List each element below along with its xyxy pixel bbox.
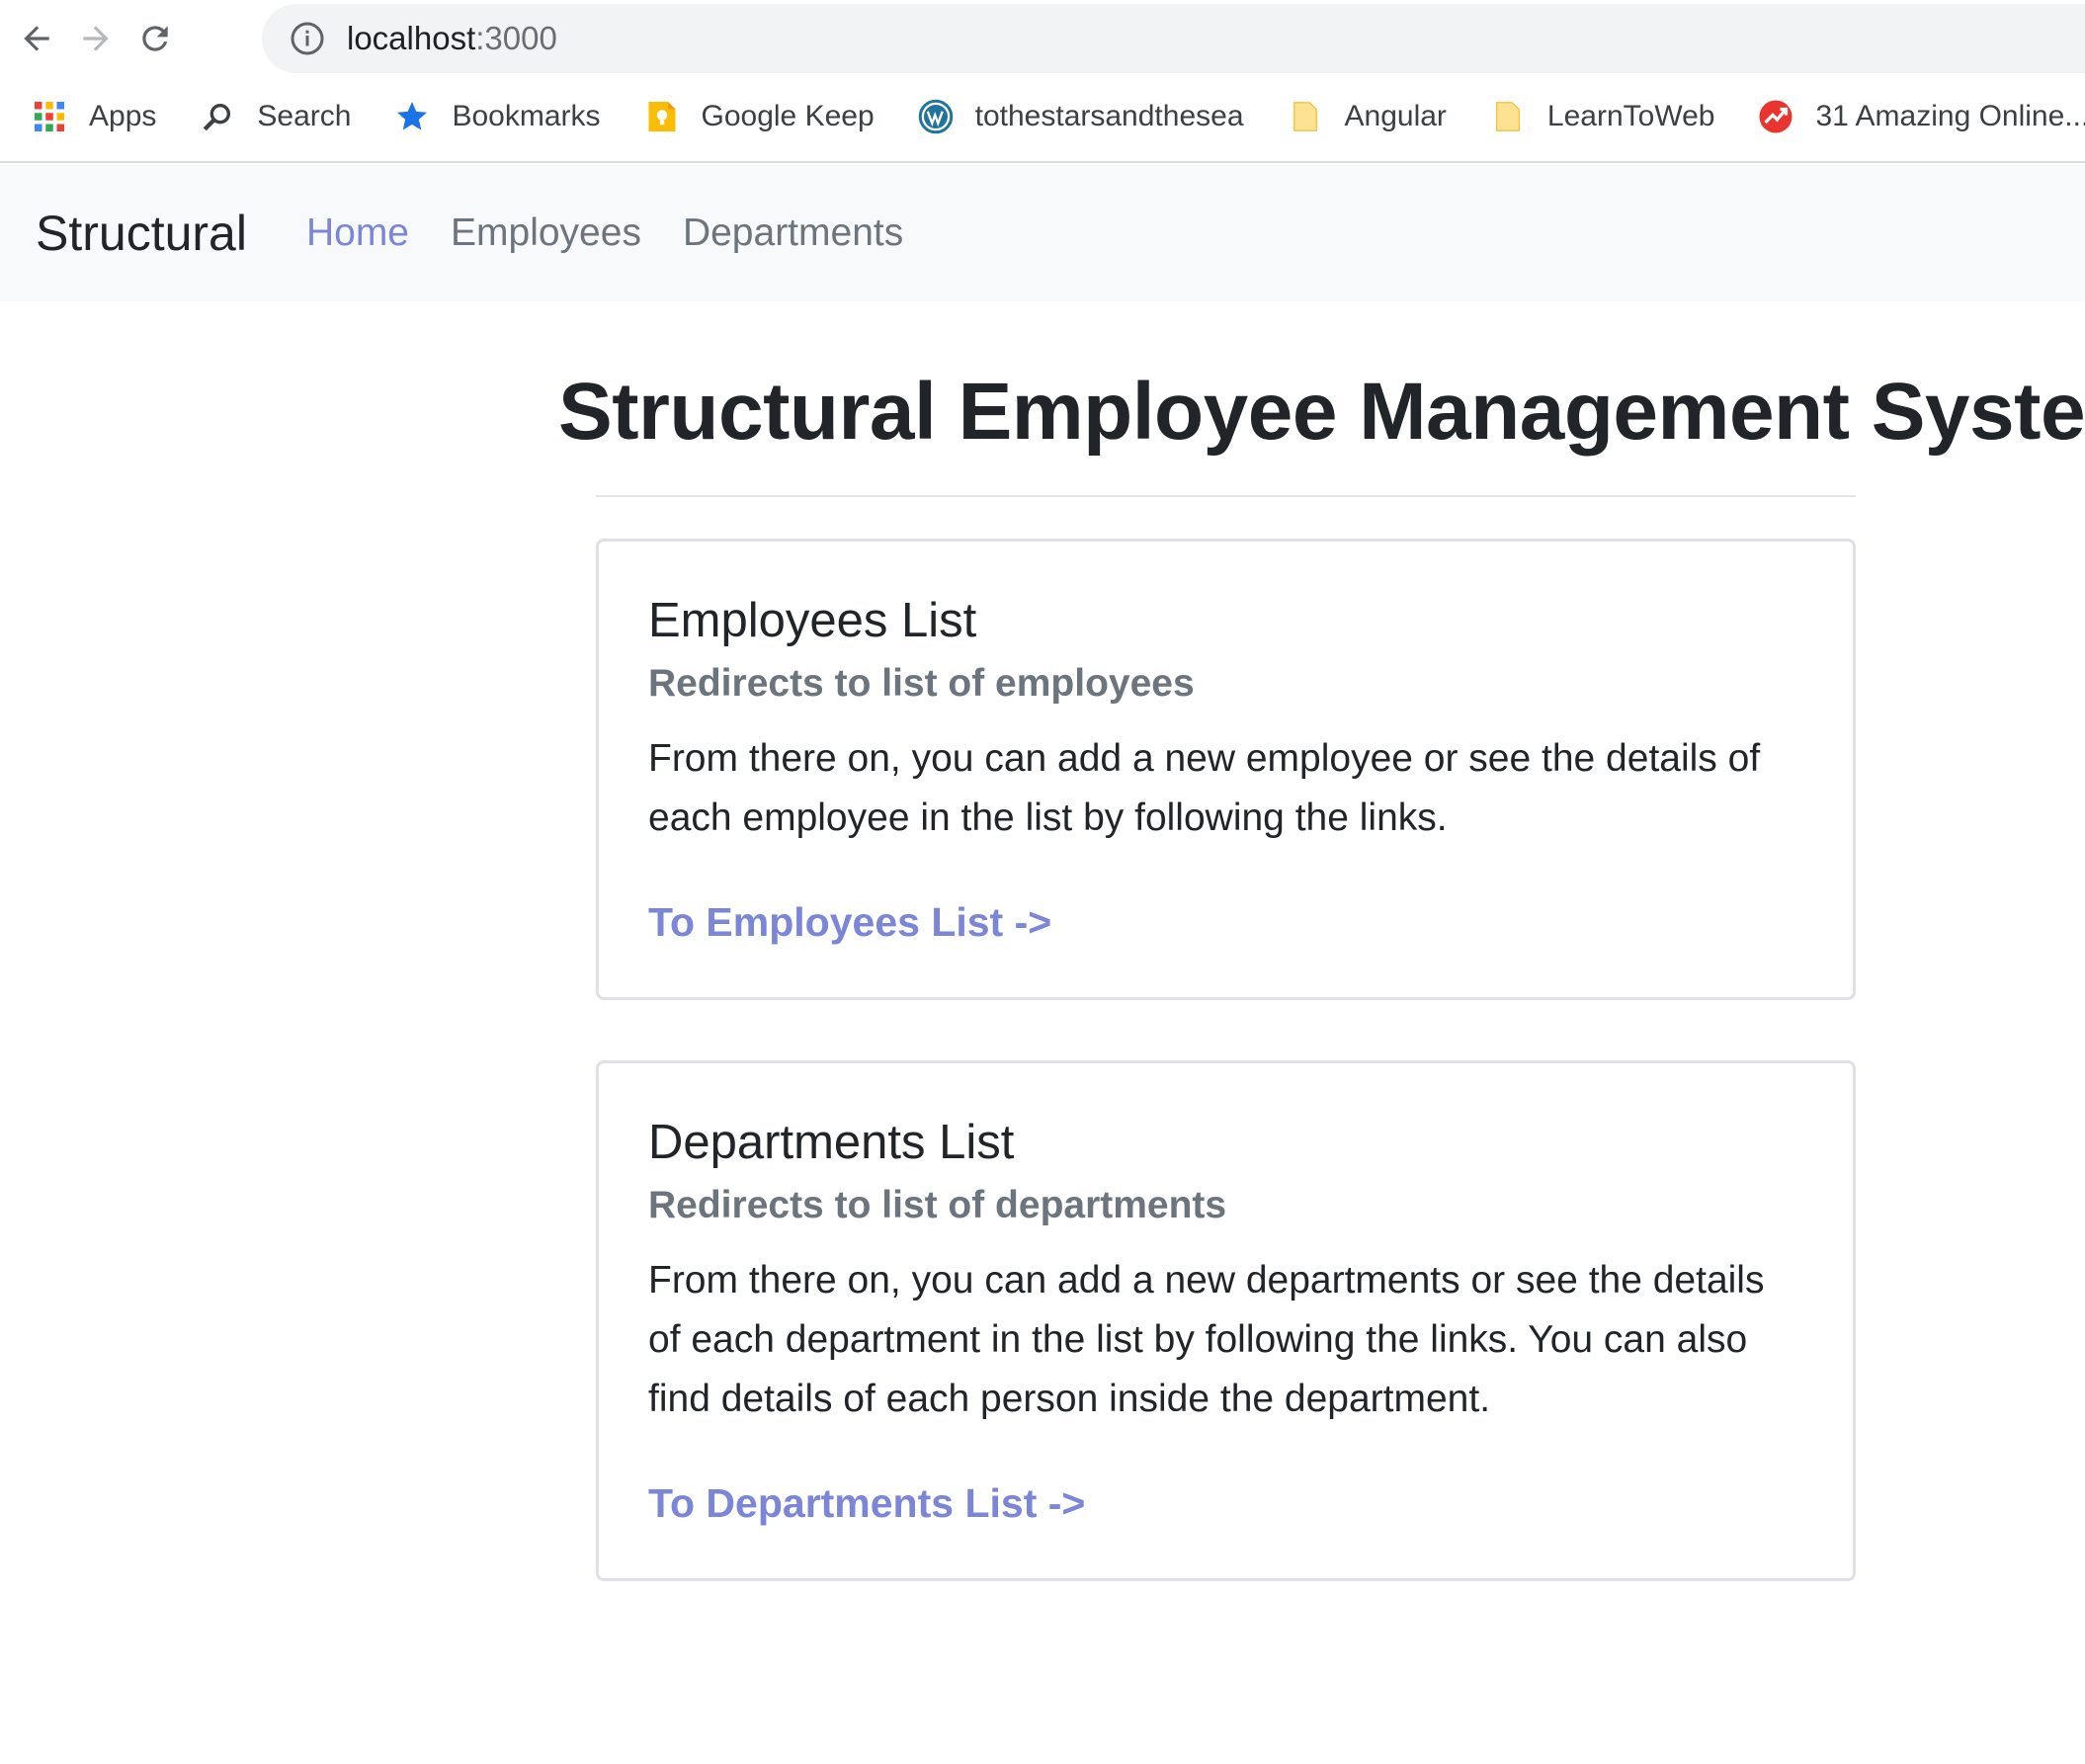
bookmark-search[interactable]: Search [200, 99, 351, 134]
nav-link-home[interactable]: Home [306, 211, 409, 255]
nav-link-employees[interactable]: Employees [451, 211, 641, 255]
departments-card: Departments List Redirects to list of de… [596, 1060, 1856, 1581]
to-employees-list-link[interactable]: To Employees List -> [648, 899, 1051, 946]
card-subtitle: Redirects to list of departments [648, 1184, 1227, 1226]
navbar-brand[interactable]: Structural [36, 205, 247, 262]
info-icon[interactable] [290, 21, 325, 56]
forward-button[interactable] [69, 12, 123, 65]
app-navbar: Structural Home Employees Departments [0, 165, 2085, 301]
folder-icon [1490, 99, 1526, 134]
to-departments-list-link[interactable]: To Departments List -> [648, 1480, 1085, 1527]
url-host: localhost [347, 20, 476, 56]
trending-icon [1758, 99, 1793, 134]
bookmark-angular[interactable]: Angular [1288, 99, 1447, 134]
folder-icon [1288, 99, 1323, 134]
card-text-line: each employee in the list by following t… [648, 797, 1448, 839]
card-text-line: From there on, you can add a new employe… [648, 737, 1761, 780]
bookmark-label: 31 Amazing Online... [1815, 100, 2085, 132]
forward-arrow-icon [83, 26, 109, 51]
card-text: From there on, you can add a new departm… [648, 1251, 1804, 1429]
bookmark-label: tothestarsandthesea [974, 100, 1244, 132]
url-port: :3000 [475, 20, 557, 56]
reload-button[interactable] [128, 12, 182, 65]
bookmark-31-amazing-online[interactable]: 31 Amazing Online... [1758, 99, 2085, 134]
employees-card: Employees List Redirects to list of empl… [596, 539, 1856, 1000]
title-divider [596, 495, 1856, 497]
back-arrow-icon [24, 26, 49, 51]
bookmark-label: Apps [89, 100, 157, 132]
google-keep-icon [644, 99, 680, 134]
url-text: localhost:3000 [347, 20, 557, 57]
nav-link-departments[interactable]: Departments [683, 211, 903, 255]
bookmark-tothestarsandthesea[interactable]: tothestarsandthesea [918, 99, 1244, 134]
bookmark-apps[interactable]: Apps [32, 99, 156, 134]
bookmark-label: LearnToWeb [1546, 100, 1715, 132]
apps-grid-icon [32, 99, 67, 134]
bookmark-google-keep[interactable]: Google Keep [644, 99, 875, 134]
bookmark-label: Google Keep [701, 100, 875, 132]
bookmark-label: Angular [1344, 100, 1447, 132]
browser-chrome: localhost:3000 Apps Search Bookmarks Goo… [0, 0, 2085, 163]
back-button[interactable] [10, 12, 63, 65]
card-text: From there on, you can add a new employe… [648, 729, 1804, 848]
page-title: Structural Employee Management System [558, 367, 2085, 457]
address-bar[interactable]: localhost:3000 [262, 4, 2085, 73]
bookmark-label: Bookmarks [452, 100, 601, 132]
wordpress-icon [918, 99, 954, 134]
card-title: Employees List [648, 594, 977, 647]
bookmark-bookmarks[interactable]: Bookmarks [394, 99, 601, 134]
card-title: Departments List [648, 1116, 1015, 1169]
card-text-line: From there on, you can add a new departm… [648, 1259, 1765, 1302]
bookmark-learntoweb[interactable]: LearnToWeb [1490, 99, 1715, 134]
bookmarks-bar: Apps Search Bookmarks Google Keep tothes… [0, 87, 2085, 146]
star-icon [394, 99, 430, 134]
search-icon [200, 99, 235, 134]
bookmark-label: Search [257, 100, 352, 132]
reload-icon [142, 26, 168, 51]
card-subtitle: Redirects to list of employees [648, 662, 1195, 705]
card-text-line: find details of each person inside the d… [648, 1378, 1491, 1420]
card-text-line: of each department in the list by follow… [648, 1318, 1748, 1361]
